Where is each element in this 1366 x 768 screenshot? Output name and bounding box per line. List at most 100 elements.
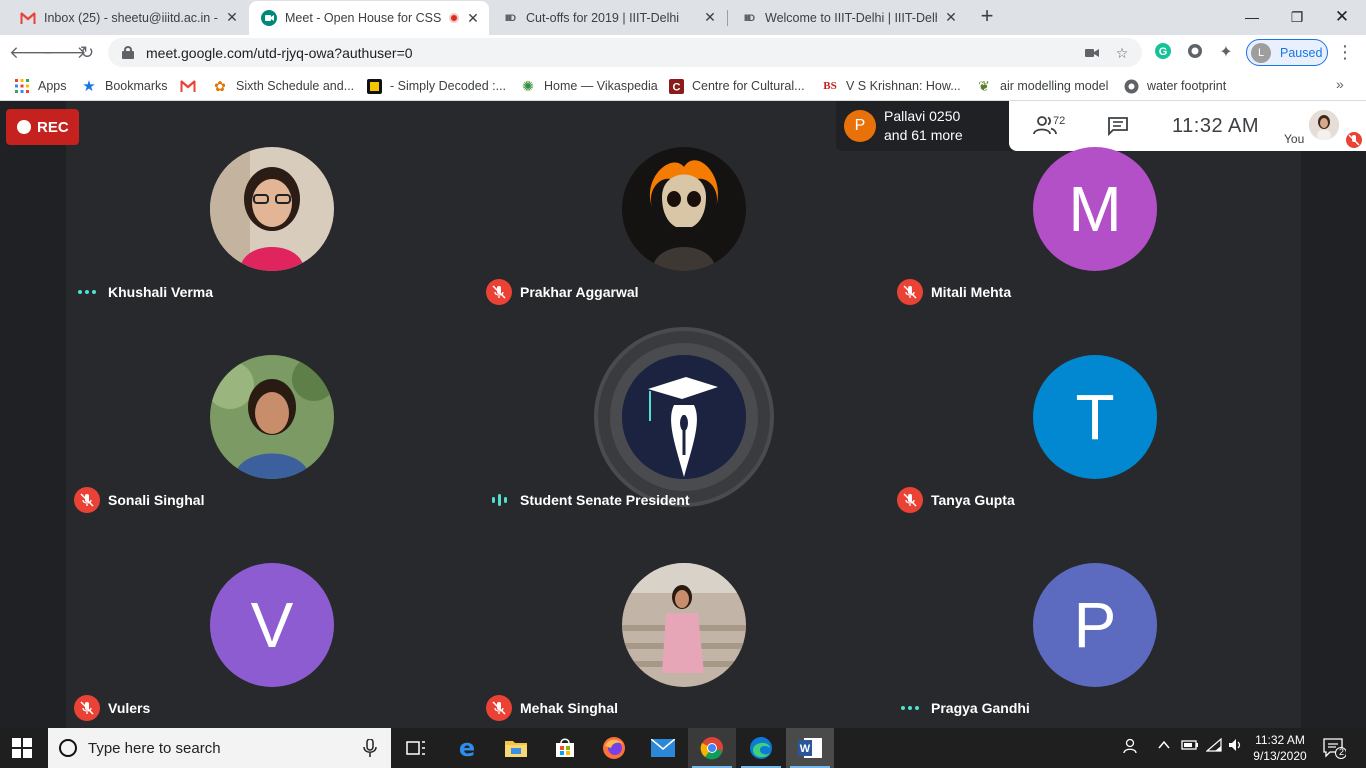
- tab-meet[interactable]: Meet - Open House for CSS ✕: [249, 1, 489, 35]
- people-tray-icon[interactable]: [1121, 738, 1137, 757]
- close-icon[interactable]: ✕: [224, 9, 240, 26]
- camera-icon[interactable]: [1082, 43, 1102, 63]
- notification-count: 2: [1338, 747, 1344, 757]
- participant-name-row: Mitali Mehta: [897, 279, 1011, 305]
- tab-title: Welcome to IIIT-Delhi | IIIT-Delhi: [765, 10, 937, 25]
- bookmark-gmail[interactable]: [180, 76, 204, 96]
- word-icon[interactable]: W: [786, 728, 834, 768]
- mic-muted-icon: [74, 695, 100, 721]
- url-text[interactable]: meet.google.com/utd-rjyq-owa?authuser=0: [146, 45, 1082, 61]
- system-clock[interactable]: 11:32 AM 9/13/2020: [1246, 732, 1314, 764]
- presenter-avatar: P: [844, 110, 876, 142]
- participant-avatar: M: [1033, 147, 1157, 271]
- bookmark-label: water footprint: [1147, 79, 1227, 93]
- profile-avatar: L: [1251, 42, 1271, 63]
- mic-muted-icon: [897, 487, 923, 513]
- close-icon[interactable]: ✕: [943, 9, 959, 26]
- tab-title: Meet - Open House for CSS: [285, 11, 442, 25]
- close-icon[interactable]: ✕: [465, 10, 481, 26]
- back-button[interactable]: 🡐: [9, 41, 55, 65]
- participant-tile[interactable]: M Mitali Mehta: [889, 141, 1300, 349]
- profile-button[interactable]: L Paused: [1246, 39, 1328, 66]
- bs-icon: BS: [823, 80, 837, 92]
- chrome-menu-icon[interactable]: ⋮: [1336, 42, 1354, 62]
- bookmark-vs-krishnan[interactable]: BS V S Krishnan: How...: [822, 76, 960, 96]
- lock-icon[interactable]: [122, 46, 134, 59]
- new-tab-button[interactable]: +: [976, 5, 998, 28]
- gmail-icon: [20, 10, 36, 26]
- extensions-puzzle-icon[interactable]: ✦: [1216, 43, 1236, 63]
- bookmark-apps[interactable]: Apps: [14, 76, 67, 96]
- tab-title: Inbox (25) - sheetu@iiitd.ac.in - II: [44, 10, 218, 25]
- participant-avatar: [622, 563, 746, 687]
- taskbar-search[interactable]: Type here to search: [48, 728, 391, 768]
- tab-strip: Inbox (25) - sheetu@iiitd.ac.in - II ✕ M…: [0, 0, 1366, 35]
- leaf-icon: ❦: [978, 77, 990, 94]
- microphone-icon[interactable]: [363, 738, 377, 757]
- tab-welcome[interactable]: IIID Welcome to IIIT-Delhi | IIIT-Delhi …: [729, 0, 967, 35]
- file-explorer-icon[interactable]: [492, 728, 540, 768]
- recording-indicator[interactable]: REC: [6, 109, 79, 145]
- close-window-button[interactable]: ✕: [1320, 4, 1364, 30]
- participant-tile[interactable]: Sonali Singhal: [66, 349, 477, 557]
- bookmarks-bar: Apps ★ Bookmarks ✿ Sixth Schedule and...…: [0, 70, 1366, 101]
- bookmark-label: - Simply Decoded :...: [390, 79, 507, 93]
- svg-text:W: W: [800, 743, 811, 755]
- participant-name-row: Khushali Verma: [74, 279, 213, 305]
- presenter-name: Pallavi 0250: [884, 108, 961, 124]
- bookmark-water-footprint[interactable]: water footprint: [1123, 76, 1226, 96]
- tab-cutoffs[interactable]: IIID Cut-offs for 2019 | IIIT-Delhi ✕: [490, 0, 726, 35]
- restore-button[interactable]: ❐: [1275, 4, 1319, 30]
- close-icon[interactable]: ✕: [702, 9, 718, 26]
- apps-grid-icon: [14, 78, 30, 94]
- chevron-up-icon[interactable]: [1157, 738, 1171, 755]
- extension-circle-icon[interactable]: [1185, 43, 1205, 63]
- firefox-icon[interactable]: [590, 728, 638, 768]
- participant-name-row: Tanya Gupta: [897, 487, 1015, 513]
- participant-name-row: Sonali Singhal: [74, 487, 204, 513]
- mic-muted-icon: [486, 695, 512, 721]
- participant-count: 72: [1053, 115, 1066, 127]
- windows-start-icon[interactable]: [12, 738, 32, 758]
- bookmark-simply-decoded[interactable]: - Simply Decoded :...: [366, 76, 506, 96]
- edge-legacy-icon[interactable]: e: [443, 728, 491, 768]
- bookmark-label: Bookmarks: [105, 79, 168, 93]
- record-dot-icon: [17, 120, 31, 134]
- participant-avatar: [210, 147, 334, 271]
- chrome-taskbar-icon[interactable]: [688, 728, 736, 768]
- task-view-icon[interactable]: [392, 728, 440, 768]
- mail-icon[interactable]: [639, 728, 687, 768]
- bookmark-bookmarks[interactable]: ★ Bookmarks: [81, 76, 168, 96]
- notifications-icon[interactable]: 2: [1322, 737, 1347, 759]
- grammarly-icon[interactable]: G: [1153, 43, 1173, 63]
- bookmark-ccrt[interactable]: C Centre for Cultural...: [668, 76, 805, 96]
- tab-inbox[interactable]: Inbox (25) - sheetu@iiitd.ac.in - II ✕: [8, 0, 248, 35]
- address-bar[interactable]: meet.google.com/utd-rjyq-owa?authuser=0 …: [108, 38, 1142, 67]
- edge-icon[interactable]: [737, 728, 785, 768]
- chat-icon[interactable]: [1107, 116, 1129, 137]
- more-bookmarks-icon[interactable]: »: [1336, 76, 1344, 92]
- battery-icon[interactable]: [1181, 738, 1199, 755]
- participant-tile[interactable]: Khushali Verma: [66, 141, 477, 349]
- reload-button[interactable]: ↻: [75, 41, 99, 65]
- browser-toolbar: 🡐 🡒 ↻ meet.google.com/utd-rjyq-owa?authu…: [0, 35, 1366, 70]
- profile-status: Paused: [1280, 45, 1323, 60]
- participant-tile[interactable]: Student Senate President: [478, 327, 889, 557]
- bookmark-sixth-schedule[interactable]: ✿ Sixth Schedule and...: [212, 76, 354, 96]
- meeting-clock: 11:32 AM: [1172, 115, 1260, 137]
- self-mic-muted-icon[interactable]: [1346, 132, 1362, 148]
- minimize-button[interactable]: —: [1230, 4, 1274, 30]
- self-avatar[interactable]: [1309, 110, 1339, 140]
- wifi-icon[interactable]: [1205, 737, 1222, 755]
- bookmark-air-modelling[interactable]: ❦ air modelling model: [976, 76, 1108, 96]
- globe-icon: [1123, 78, 1139, 94]
- gmail-icon: [180, 78, 196, 94]
- star-icon[interactable]: ☆: [1112, 43, 1132, 63]
- store-icon[interactable]: [541, 728, 589, 768]
- participant-tile[interactable]: T Tanya Gupta: [889, 349, 1300, 557]
- speaking-indicator-icon: [486, 487, 512, 513]
- participant-tile[interactable]: Prakhar Aggarwal: [478, 141, 889, 349]
- forward-button[interactable]: 🡒: [41, 41, 87, 65]
- volume-icon[interactable]: [1228, 738, 1244, 755]
- bookmark-vikaspedia[interactable]: ✺ Home — Vikaspedia: [520, 76, 658, 96]
